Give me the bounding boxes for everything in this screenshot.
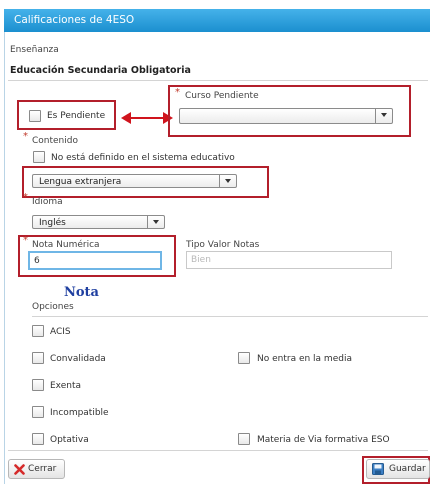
exenta-checkbox[interactable] xyxy=(32,379,44,391)
no-media-label: No entra en la media xyxy=(257,354,352,364)
es-pendiente-checkbox[interactable] xyxy=(29,110,41,122)
nota-numerica-label: Nota Numérica xyxy=(32,240,100,250)
optativa-checkbox[interactable] xyxy=(32,433,44,445)
divider xyxy=(8,80,428,81)
double-arrow-icon xyxy=(121,112,173,124)
contenido-value: Lengua extranjera xyxy=(39,177,122,187)
required-marker: * xyxy=(175,87,180,98)
idioma-label: Idioma xyxy=(32,197,63,207)
chevron-down-icon[interactable] xyxy=(375,109,392,123)
window-title: Calificaciones de 4ESO xyxy=(14,14,135,26)
chevron-down-icon[interactable] xyxy=(147,216,164,228)
ensenanza-value: Educación Secundaria Obligatoria xyxy=(10,65,191,76)
exenta-label: Exenta xyxy=(50,381,82,391)
idioma-select[interactable]: Inglés xyxy=(32,215,165,229)
incompatible-label: Incompatible xyxy=(50,408,109,418)
curso-pendiente-label: Curso Pendiente xyxy=(185,91,259,101)
required-marker: * xyxy=(23,192,28,203)
required-marker: * xyxy=(23,235,28,246)
divider xyxy=(8,450,428,451)
optativa-label: Optativa xyxy=(50,435,89,445)
no-definido-label: No está definido en el sistema educativo xyxy=(51,153,235,163)
es-pendiente-label: Es Pendiente xyxy=(47,111,106,121)
title-bar: Calificaciones de 4ESO xyxy=(4,9,430,32)
convalidada-checkbox[interactable] xyxy=(32,352,44,364)
ensenanza-label: Enseñanza xyxy=(10,45,59,55)
required-marker: * xyxy=(23,131,28,142)
no-media-checkbox[interactable] xyxy=(238,352,250,364)
convalidada-label: Convalidada xyxy=(50,354,106,364)
guardar-button[interactable]: Guardar xyxy=(366,459,430,479)
divider xyxy=(32,316,428,317)
nota-numerica-input[interactable]: 6 xyxy=(28,251,162,270)
opciones-label: Opciones xyxy=(32,302,74,312)
acis-label: ACIS xyxy=(50,327,71,337)
chevron-down-icon[interactable] xyxy=(219,175,236,187)
materia-via-checkbox[interactable] xyxy=(238,433,250,445)
close-icon xyxy=(14,464,25,475)
dialog-root: Calificaciones de 4ESO Enseñanza Educaci… xyxy=(0,0,430,484)
no-definido-checkbox[interactable] xyxy=(33,151,45,163)
cerrar-label: Cerrar xyxy=(28,464,57,474)
cerrar-button[interactable]: Cerrar xyxy=(8,459,65,479)
save-icon xyxy=(372,463,384,475)
acis-checkbox[interactable] xyxy=(32,325,44,337)
contenido-select[interactable]: Lengua extranjera xyxy=(32,174,237,188)
curso-pendiente-select[interactable] xyxy=(179,108,393,124)
materia-via-label: Materia de Via formativa ESO xyxy=(257,435,390,445)
idioma-value: Inglés xyxy=(39,218,66,228)
tipo-valor-input[interactable]: Bien xyxy=(186,251,392,269)
tipo-valor-label: Tipo Valor Notas xyxy=(186,240,260,250)
nota-annotation: Nota xyxy=(64,285,99,300)
incompatible-checkbox[interactable] xyxy=(32,406,44,418)
guardar-label: Guardar xyxy=(389,464,426,474)
contenido-label: Contenido xyxy=(32,136,78,146)
